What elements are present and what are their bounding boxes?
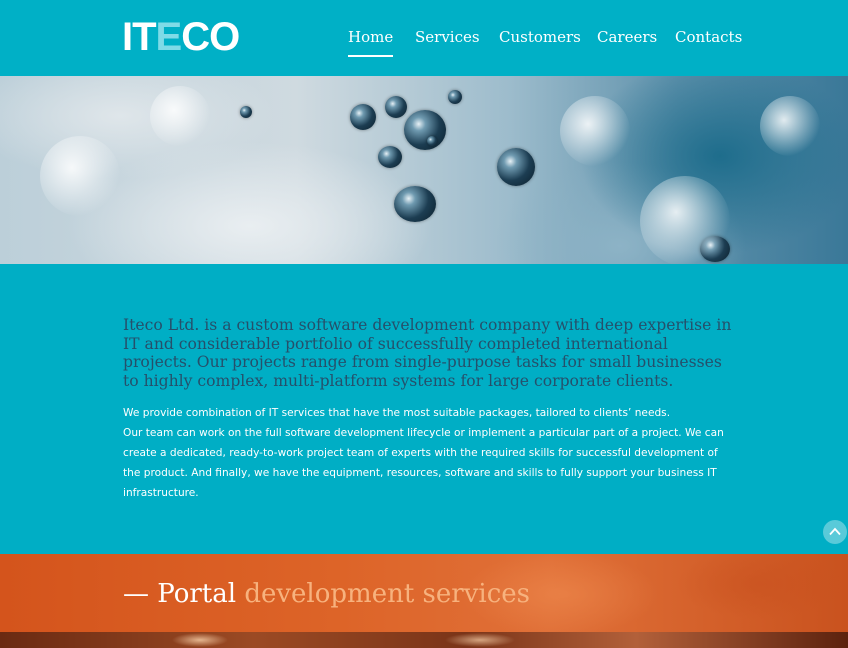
company-intro: Iteco Ltd. is a custom software developm… [123,316,732,390]
bokeh-light [760,96,820,156]
bokeh-light [40,136,120,216]
banner-title-rest: development services [236,579,530,609]
hero-water-drops-image [0,76,848,264]
bokeh-light [640,176,730,264]
water-drop [350,104,376,130]
logo-text-it: IT [122,15,157,59]
iteco-logo[interactable]: IT E CO [122,15,240,59]
nav-customers[interactable]: Customers [499,28,581,46]
banner-heading: — Portal development services [123,578,530,610]
logo-text-co: CO [181,15,240,59]
water-drop [240,106,252,118]
scroll-to-top-button[interactable] [823,520,847,544]
water-drop [378,146,402,168]
nav-services[interactable]: Services [415,28,480,46]
nav-careers[interactable]: Careers [597,28,657,46]
water-drop [404,110,446,150]
nav-home[interactable]: Home [348,28,394,57]
water-drop [497,148,535,186]
water-drop [448,90,462,104]
nav-contacts[interactable]: Contacts [675,28,742,46]
bokeh-light [150,86,210,146]
water-drop [385,96,407,118]
chevron-up-icon [829,527,841,536]
water-drop [427,136,437,146]
services-description: We provide combination of IT services th… [123,403,733,503]
site-header: IT E CO Home Services Customers Careers Co… [0,0,848,76]
portal-services-banner: — Portal development services [0,554,848,632]
logo-text-e: E [155,15,183,59]
banner-title-portal: Portal [157,579,237,609]
services-paragraph-1: We provide combination of IT services th… [123,407,671,419]
next-section-photo [0,632,848,648]
bokeh-light [560,96,630,166]
services-paragraph-2: Our team can work on the full software d… [123,427,724,499]
banner-dash: — [123,579,158,609]
water-drop [394,186,436,222]
